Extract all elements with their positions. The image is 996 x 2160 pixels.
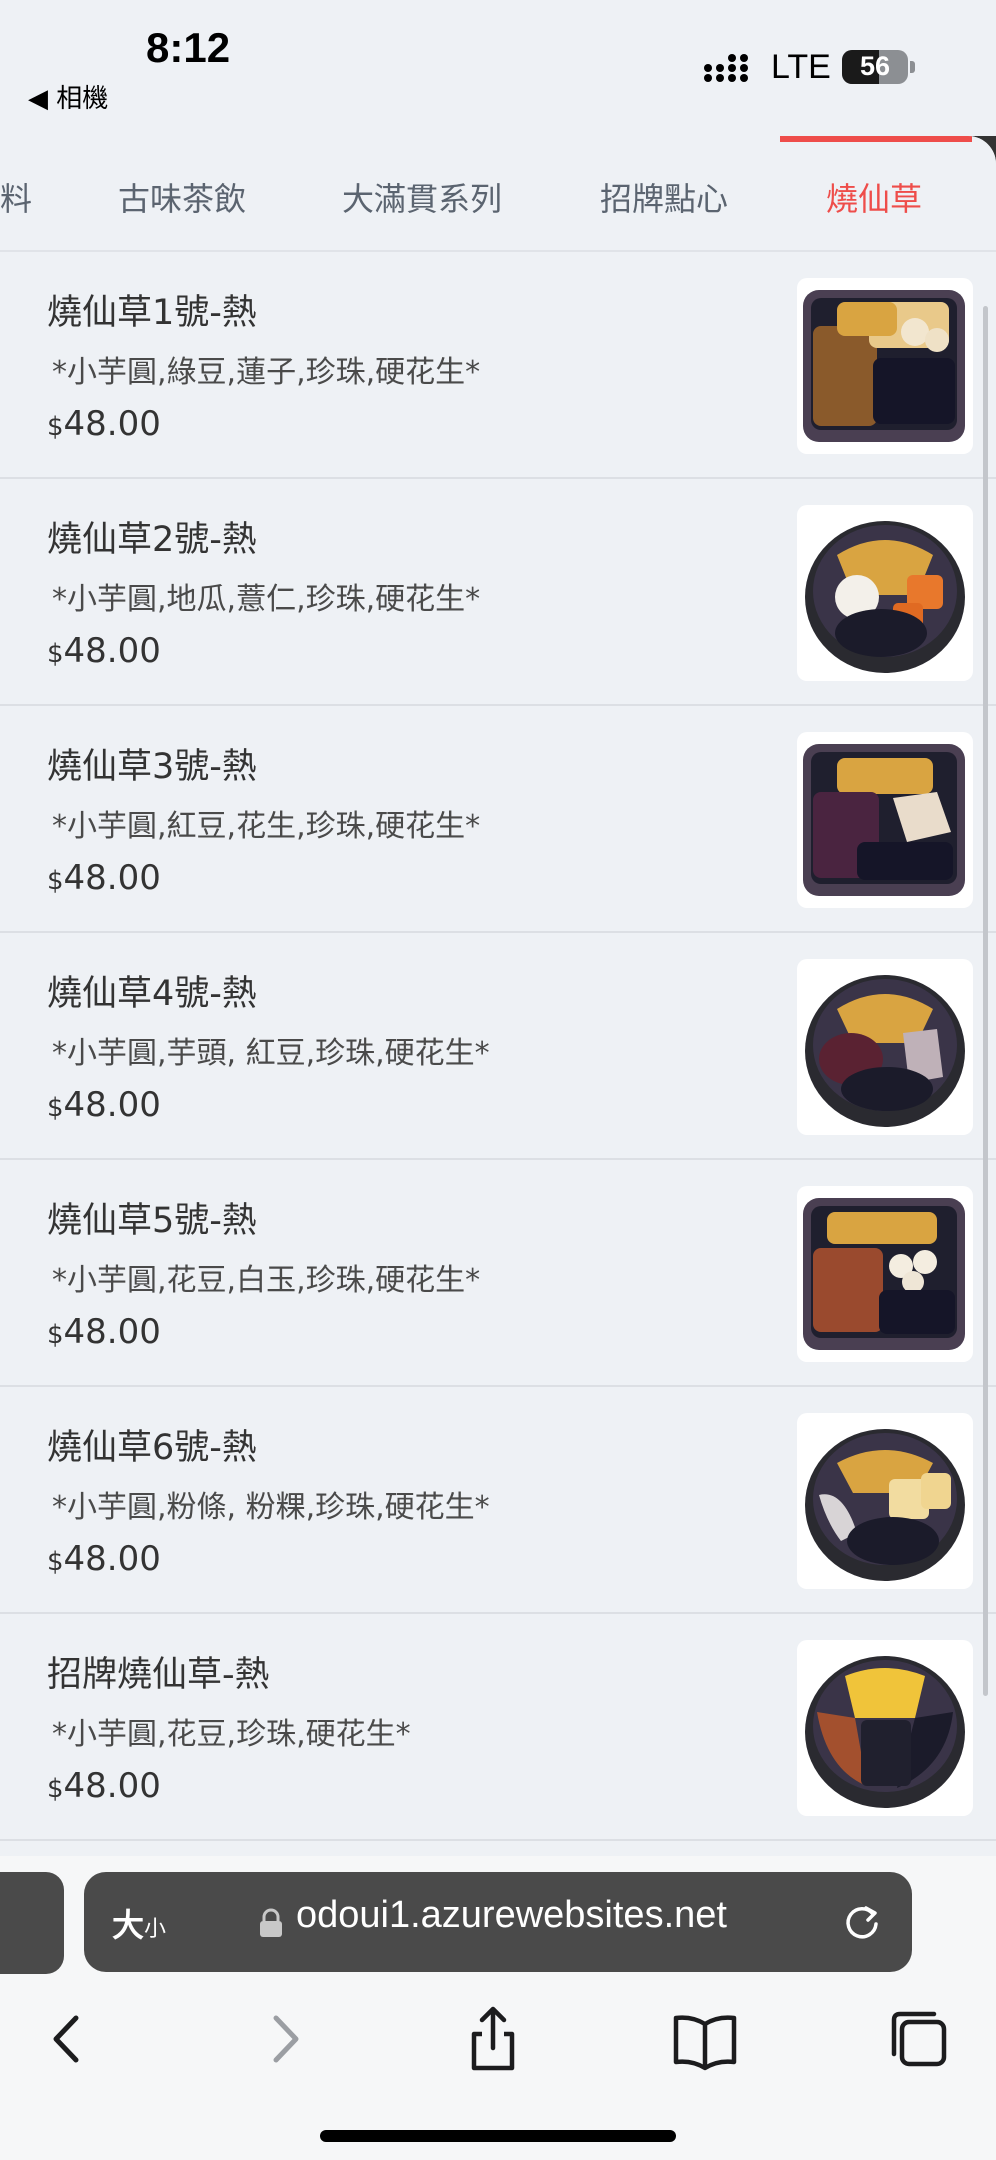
text-size-button[interactable]: 大小 — [112, 1900, 166, 1946]
url-text[interactable]: odoui1.azurewebsites.net — [296, 1894, 727, 1937]
product-price: $48.00 — [47, 1766, 161, 1806]
product-image[interactable] — [797, 1186, 973, 1362]
product-name: 燒仙草5號-熱 — [47, 1201, 257, 1241]
tab-partial[interactable]: 料 — [0, 174, 32, 220]
product-description: *小芋圓,地瓜,薏仁,珍珠,硬花生* — [52, 582, 481, 617]
product-image[interactable] — [797, 1413, 973, 1589]
product-item[interactable]: 燒仙草3號-熱 *小芋圓,紅豆,花生,珍珠,硬花生* $48.00 — [0, 706, 996, 933]
tab-signature-snacks[interactable]: 招牌點心 — [600, 174, 728, 220]
category-tabs: 料 古味茶飲 大滿貫系列 招牌點心 燒仙草 — [0, 136, 996, 252]
home-indicator[interactable] — [320, 2130, 676, 2142]
product-price: $48.00 — [47, 631, 161, 671]
network-type: LTE — [771, 48, 831, 86]
currency-symbol: $ — [47, 1093, 64, 1123]
product-description: *小芋圓,花豆,珍珠,硬花生* — [52, 1717, 411, 1752]
back-to-app-link[interactable]: ◀ 相機 — [28, 78, 108, 115]
product-image[interactable] — [797, 278, 973, 454]
product-price: $48.00 — [47, 1085, 161, 1125]
product-image[interactable] — [797, 1640, 973, 1816]
product-name: 燒仙草4號-熱 — [47, 974, 257, 1014]
menu-page: 料 古味茶飲 大滿貫系列 招牌點心 燒仙草 燒仙草1號-熱 *小芋圓,綠豆,蓮子… — [0, 136, 996, 1856]
product-description: *小芋圓,芋頭, 紅豆,珍珠,硬花生* — [52, 1036, 490, 1071]
active-tab-indicator — [780, 136, 972, 142]
back-icon[interactable] — [32, 2004, 102, 2074]
price-value: 48.00 — [63, 1312, 161, 1352]
dessert-bowl-image — [803, 1198, 965, 1350]
bookmarks-icon[interactable] — [670, 2004, 740, 2074]
tab-old-tea[interactable]: 古味茶飲 — [118, 174, 246, 220]
product-description: *小芋圓,紅豆,花生,珍珠,硬花生* — [52, 809, 481, 844]
status-bar: 8:12 ◀ 相機 LTE 56 — [0, 0, 996, 136]
browser-toolbar: 大小 odoui1.azurewebsites.net — [0, 1856, 996, 2160]
dessert-bowl-image — [803, 744, 965, 896]
currency-symbol: $ — [47, 1547, 64, 1577]
product-item[interactable]: 燒仙草4號-熱 *小芋圓,芋頭, 紅豆,珍珠,硬花生* $48.00 — [0, 933, 996, 1160]
product-image[interactable] — [797, 959, 973, 1135]
dessert-bowl-image — [805, 1429, 965, 1581]
lock-icon — [260, 1908, 282, 1937]
product-description: *小芋圓,粉條, 粉粿,珍珠,硬花生* — [52, 1490, 490, 1525]
product-name: 招牌燒仙草-熱 — [47, 1655, 270, 1695]
tab-grass-jelly[interactable]: 燒仙草 — [826, 174, 922, 220]
signal-icon — [704, 54, 748, 82]
dessert-bowl-image — [805, 521, 965, 673]
battery-tip — [910, 61, 915, 73]
share-icon[interactable] — [458, 2004, 528, 2074]
tab-grand-slam[interactable]: 大滿貫系列 — [342, 174, 502, 220]
clock: 8:12 — [146, 24, 231, 71]
product-description: *小芋圓,綠豆,蓮子,珍珠,硬花生* — [52, 355, 481, 390]
product-name: 燒仙草6號-熱 — [47, 1428, 257, 1468]
product-image[interactable] — [797, 505, 973, 681]
product-name: 燒仙草3號-熱 — [47, 747, 257, 787]
product-price: $48.00 — [47, 1539, 161, 1579]
product-image[interactable] — [797, 732, 973, 908]
product-price: $48.00 — [47, 1312, 161, 1352]
product-price: $48.00 — [47, 404, 161, 444]
product-description: *小芋圓,花豆,白玉,珍珠,硬花生* — [52, 1263, 481, 1298]
product-item[interactable]: 燒仙草2號-熱 *小芋圓,地瓜,薏仁,珍珠,硬花生* $48.00 — [0, 479, 996, 706]
price-value: 48.00 — [63, 1539, 161, 1579]
page-scrollbar[interactable] — [983, 306, 988, 1696]
dessert-bowl-image — [805, 975, 965, 1127]
currency-symbol: $ — [47, 866, 64, 896]
product-item[interactable]: 燒仙草1號-熱 *小芋圓,綠豆,蓮子,珍珠,硬花生* $48.00 — [0, 252, 996, 479]
price-value: 48.00 — [63, 404, 161, 444]
price-value: 48.00 — [63, 1085, 161, 1125]
currency-symbol: $ — [47, 1320, 64, 1350]
address-bar[interactable]: 大小 odoui1.azurewebsites.net — [84, 1872, 912, 1972]
product-name: 燒仙草2號-熱 — [47, 520, 257, 560]
product-item[interactable]: 燒仙草5號-熱 *小芋圓,花豆,白玉,珍珠,硬花生* $48.00 — [0, 1160, 996, 1387]
currency-symbol: $ — [47, 639, 64, 669]
battery-icon: 56 — [842, 50, 908, 84]
product-list: 燒仙草1號-熱 *小芋圓,綠豆,蓮子,珍珠,硬花生* $48.00 燒仙草2號-… — [0, 252, 996, 1841]
product-item[interactable]: 燒仙草6號-熱 *小芋圓,粉條, 粉粿,珍珠,硬花生* $48.00 — [0, 1387, 996, 1614]
dessert-bowl-image — [803, 290, 965, 442]
price-value: 48.00 — [63, 1766, 161, 1806]
product-price: $48.00 — [47, 858, 161, 898]
product-name: 燒仙草1號-熱 — [47, 293, 257, 333]
forward-icon[interactable] — [250, 2004, 320, 2074]
price-value: 48.00 — [63, 858, 161, 898]
battery-percent: 56 — [859, 51, 891, 81]
currency-symbol: $ — [47, 1774, 64, 1804]
previous-tab-peek[interactable] — [0, 1872, 64, 1974]
tabs-icon[interactable] — [884, 2004, 954, 2074]
reload-icon[interactable] — [840, 1900, 884, 1944]
product-item[interactable]: 招牌燒仙草-熱 *小芋圓,花豆,珍珠,硬花生* $48.00 — [0, 1614, 996, 1841]
price-value: 48.00 — [63, 631, 161, 671]
dessert-bowl-image — [805, 1656, 965, 1808]
currency-symbol: $ — [47, 412, 64, 442]
